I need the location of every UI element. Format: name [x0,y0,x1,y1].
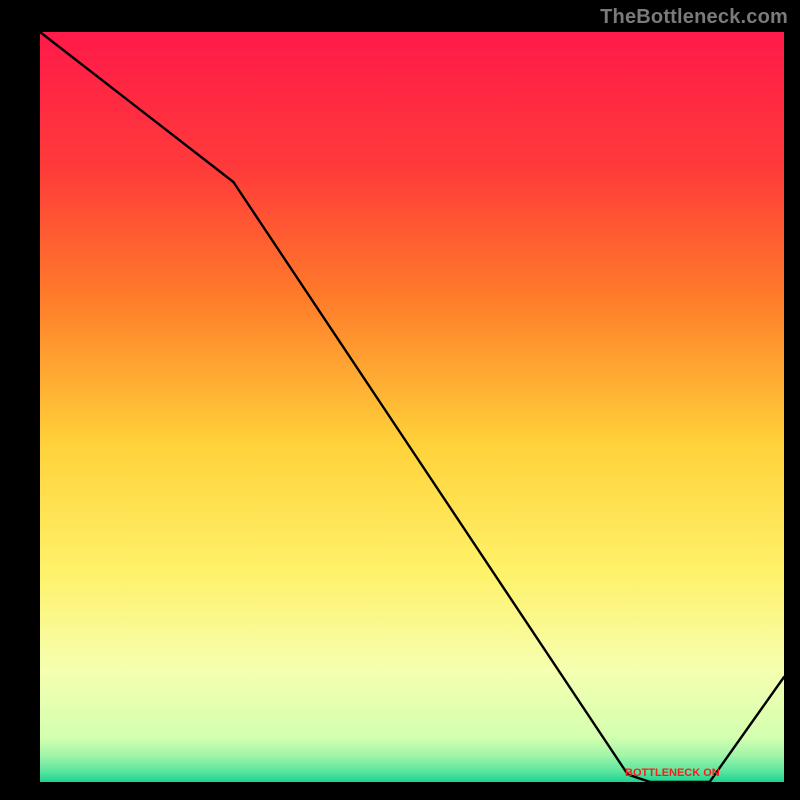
chart-svg: BOTTLENECK ON [0,0,800,800]
plot-area [40,32,784,782]
chart-frame: TheBottleneck.com BOTTLENECK ON [0,0,800,800]
series-label: BOTTLENECK ON [625,767,720,779]
watermark-text: TheBottleneck.com [600,6,788,29]
